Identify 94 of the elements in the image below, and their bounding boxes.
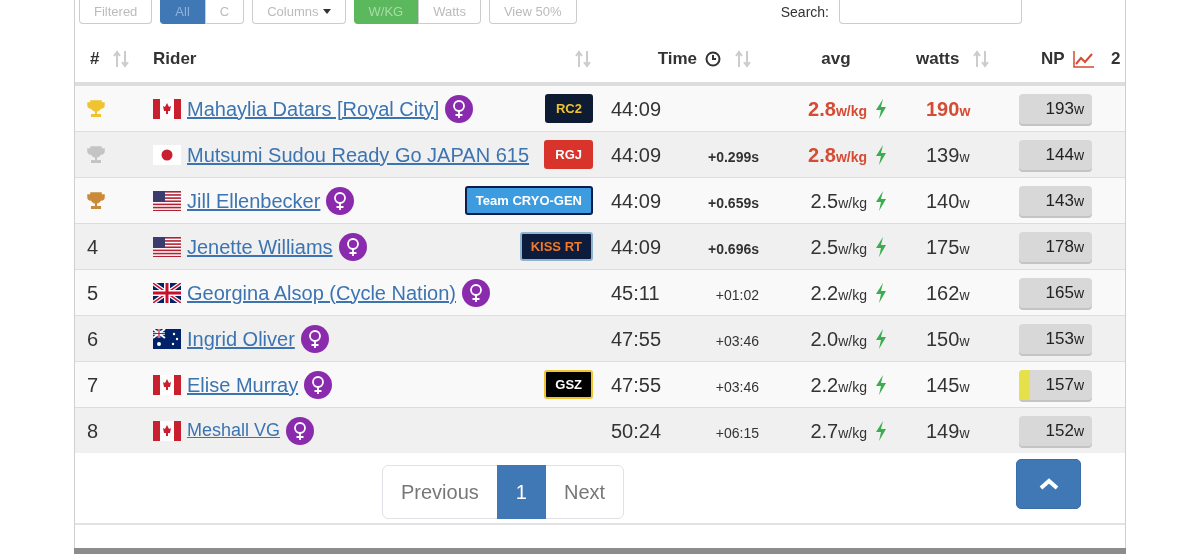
time-gap: +03:46 [715,378,759,395]
rider-link[interactable]: Jill Ellenbecker [187,185,321,216]
column-header[interactable]: watts [916,46,960,72]
np-button[interactable]: 153w [1019,323,1092,354]
time-gap: +06:15 [715,424,759,441]
chevron-up-icon [1037,477,1060,491]
column-header[interactable]: 2 [1111,46,1121,72]
rider-link[interactable]: Meshall VG [187,417,281,444]
avg-value: 2.5w/kg [810,188,867,214]
rank-number: 7 [87,373,99,396]
avg-value: 2.2w/kg [810,280,867,306]
avg-value: 2.7w/kg [810,418,867,444]
column-header[interactable]: NP [1041,46,1065,72]
watts-value: 139w [926,143,970,166]
rider-link[interactable]: Jenette Williams [187,231,333,262]
finish-time: 50:24 [611,419,662,442]
avg-value: 2.8w/kg [808,96,867,122]
time-gap: +03:46 [715,332,759,349]
np-button[interactable]: 165w [1019,277,1092,308]
finish-time: 47:55 [611,373,662,396]
watts-value: 162w [926,281,970,304]
team-badge: RGJ [544,139,593,170]
avg-value: 2.0w/kg [810,326,867,352]
watts-value: 145w [926,373,970,396]
finish-time: 44:09 [611,143,662,166]
flag-icon [153,282,181,303]
rank-number: 6 [87,327,99,350]
np-button[interactable]: 143w [1019,185,1092,216]
lightning-icon [875,236,887,257]
column-header[interactable]: # [90,46,100,72]
flag-icon [153,328,181,349]
time-gap: +0.659s [708,194,759,211]
rider-link[interactable]: Elise Murray [187,369,299,400]
sort-icon[interactable] [575,49,591,69]
sort-icon[interactable] [735,49,751,69]
time-gap: +0.696s [708,240,759,257]
watts-value: 140w [926,189,970,212]
team-badge: Team CRYO-GEN [464,185,593,216]
team-badge: KISS RT [519,231,593,262]
clock-icon [705,51,721,67]
sort-icon[interactable] [973,49,990,69]
team-badge: RC2 [545,93,593,124]
finish-time: 44:09 [611,97,662,120]
lightning-icon [875,374,887,395]
np-button[interactable]: 157w [1019,369,1092,400]
search-field[interactable] [839,0,1022,24]
column-header[interactable]: Time [657,46,697,72]
search-label: Search: [780,2,829,22]
rank-number: 8 [87,419,99,442]
rank-number: 5 [87,281,99,304]
avg-value: 2.8w/kg [808,142,867,168]
watts-value: 175w [926,235,970,258]
np-button[interactable]: 193w [1019,93,1092,124]
lightning-icon [875,190,887,211]
np-button[interactable]: 144w [1019,139,1092,170]
previous-page-button[interactable]: Previous [382,465,498,519]
rider-link[interactable]: Mutsumi Sudou Ready Go JAPAN 615 [187,139,530,170]
flag-icon [153,420,181,441]
rank-number: 4 [87,235,99,258]
scroll-top-button[interactable] [1016,459,1081,509]
flag-icon [153,144,181,165]
time-gap: +0.299s [708,148,759,165]
np-button[interactable]: 178w [1019,231,1092,262]
avg-value: 2.2w/kg [810,372,867,398]
np-button[interactable]: 152w [1019,415,1092,446]
rider-link[interactable]: Mahaylia Datars [Royal City] [187,93,440,124]
column-header[interactable]: Rider [153,46,197,72]
next-page-button[interactable]: Next [544,465,625,519]
watts-value: 190w [926,97,971,120]
rider-link[interactable]: Ingrid Oliver [187,323,295,354]
column-header[interactable]: avg [821,46,851,72]
watts-value: 149w [926,419,970,442]
lightning-icon [875,420,887,441]
avg-value: 2.5w/kg [810,234,867,260]
lightning-icon [875,328,887,349]
lightning-icon [875,282,887,303]
sort-icon[interactable] [113,49,130,69]
time-gap: +01:02 [715,286,759,303]
finish-time: 47:55 [611,327,662,350]
flag-icon [153,374,181,395]
watts-value: 150w [926,327,970,350]
lightning-icon [875,144,887,165]
chart-icon [1072,50,1095,68]
team-badge: GSZ [544,369,593,400]
flag-icon [153,98,181,119]
flag-icon [153,190,181,211]
finish-time: 44:09 [611,189,662,212]
page-number-button[interactable]: 1 [496,465,546,519]
rider-link[interactable]: Georgina Alsop (Cycle Nation) [187,277,456,308]
finish-time: 45:11 [611,281,660,304]
finish-time: 44:09 [611,235,662,258]
caret-icon [322,9,331,14]
lightning-icon [875,98,887,119]
flag-icon [153,236,181,257]
